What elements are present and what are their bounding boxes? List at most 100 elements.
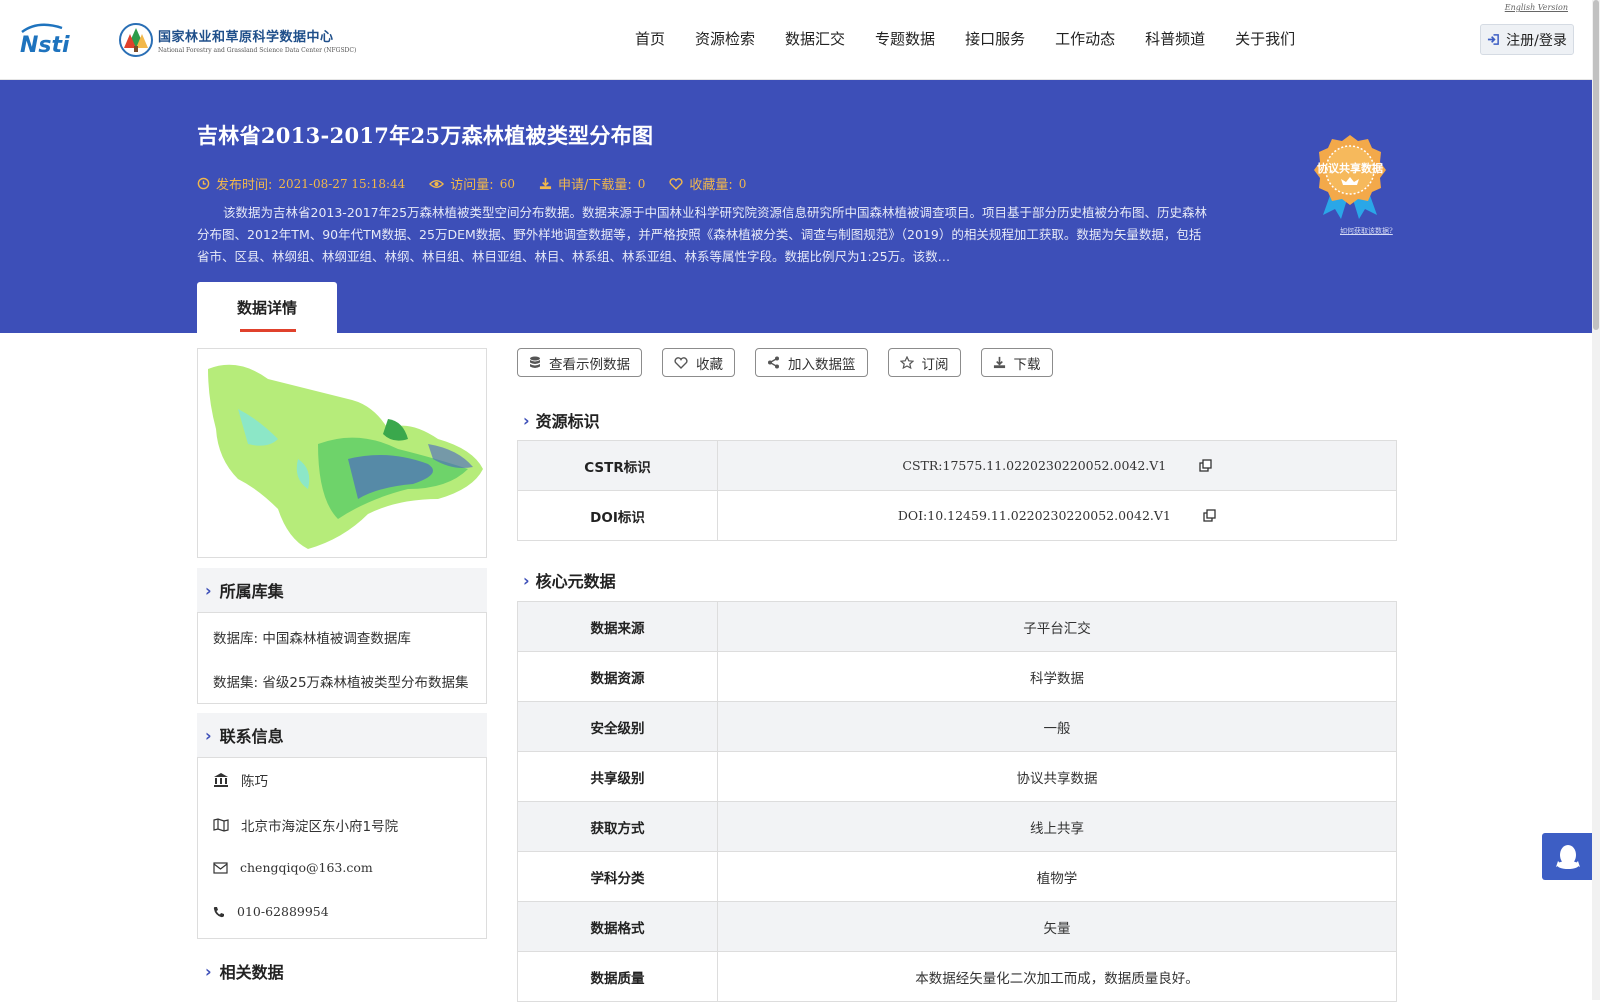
logo-title[interactable]: 国家林业和草原科学数据中心 National Forestry and Gras… (158, 26, 356, 54)
login-button[interactable]: 注册/登录 (1480, 24, 1574, 55)
cstr-cell: CSTR:17575.11.0220230220052.0042.V1 (717, 440, 1397, 491)
add-to-basket-button[interactable]: 加入数据篮 (755, 348, 868, 377)
main-nav: 首页 资源检索 数据汇交 专题数据 接口服务 工作动态 科普频道 关于我们 (620, 28, 1310, 49)
doi-value: DOI:10.12459.11.0220230220052.0042.V1 (897, 507, 1171, 523)
nav-resource-search[interactable]: 资源检索 (680, 28, 770, 49)
nav-api-service[interactable]: 接口服务 (950, 28, 1040, 49)
doi-key: DOI标识 (517, 490, 718, 541)
publish-time-label: 发布时间: (216, 178, 273, 193)
how-to-obtain-link[interactable]: 如何获取该数据? (1340, 226, 1393, 236)
database-icon (530, 356, 540, 368)
logo-title-cn: 国家林业和草原科学数据中心 (158, 30, 334, 45)
visit-count-label: 访问量: (450, 178, 494, 193)
favorite-label: 收藏 (696, 356, 723, 373)
subscribe-button[interactable]: 订阅 (887, 348, 961, 377)
meta-key: 安全级别 (517, 701, 718, 752)
core-meta-title: 核心元数据 (535, 572, 616, 591)
copy-icon[interactable] (1198, 459, 1212, 472)
nfgsdc-emblem-icon[interactable] (118, 22, 154, 58)
table-row: DOI标识 DOI:10.12459.11.0220230220052.0042… (517, 490, 1397, 541)
view-sample-button[interactable]: 查看示例数据 (517, 348, 642, 377)
contact-name: 陈巧 (241, 774, 268, 790)
nsti-logo[interactable]: Nsti (18, 22, 98, 56)
contact-phone: 010-62889954 (237, 904, 329, 919)
action-bar: 查看示例数据 收藏 加入数据篮 订阅 下载 (517, 348, 1053, 377)
qq-chat-button[interactable] (1542, 833, 1594, 880)
favorite-button[interactable]: 收藏 (662, 348, 735, 377)
qq-penguin-icon (1556, 844, 1580, 869)
institution-icon (214, 773, 228, 787)
table-row: 共享级别 协议共享数据 (517, 751, 1397, 802)
dataset-row[interactable]: 数据集: 省级25万森林植被类型分布数据集 (213, 671, 475, 691)
badge-text: 协议共享数据 (1317, 161, 1383, 175)
meta-key: 数据质量 (517, 951, 718, 1002)
contact-email[interactable]: chengqiqo@163.com (240, 860, 373, 875)
view-sample-label: 查看示例数据 (549, 356, 630, 373)
contact-section-title: 联系信息 (219, 727, 284, 746)
nav-data-submission[interactable]: 数据汇交 (770, 28, 860, 49)
map-icon (213, 818, 229, 832)
svg-text:Nsti: Nsti (20, 33, 70, 56)
nav-science-channel[interactable]: 科普频道 (1130, 28, 1220, 49)
chevron-right-icon: › (205, 961, 212, 981)
nav-news[interactable]: 工作动态 (1040, 28, 1130, 49)
sign-in-icon (1488, 34, 1500, 45)
visit-count: 访问量: 60 (429, 174, 515, 193)
download-button[interactable]: 下载 (980, 348, 1053, 377)
dataset-label: 数据集: (213, 675, 259, 691)
dataset-description: 该数据为吉林省2013-2017年25万森林植被类型空间分布数据。数据来源于中国… (197, 205, 1208, 264)
database-label: 数据库: (213, 631, 259, 647)
resource-id-header: › 资源标识 (523, 408, 600, 432)
login-label: 注册/登录 (1506, 32, 1567, 49)
core-meta-header: › 核心元数据 (523, 568, 616, 592)
nav-thematic-data[interactable]: 专题数据 (860, 28, 950, 49)
cstr-value: CSTR:17575.11.0220230220052.0042.V1 (902, 457, 1167, 473)
nav-home[interactable]: 首页 (620, 28, 680, 49)
meta-key: 学科分类 (517, 851, 718, 902)
meta-key: 数据资源 (517, 651, 718, 702)
meta-value: 子平台汇交 (717, 601, 1397, 652)
eye-icon (429, 179, 445, 188)
table-row: 数据格式 矢量 (517, 901, 1397, 952)
star-icon (899, 356, 914, 369)
download-count: 申请/下载量: 0 (539, 174, 645, 193)
table-row: 获取方式 线上共享 (517, 801, 1397, 852)
table-row: 学科分类 植物学 (517, 851, 1397, 902)
meta-value: 一般 (717, 701, 1397, 752)
dataset-thumbnail-map[interactable] (197, 348, 487, 558)
vegetation-map-image (208, 364, 483, 549)
dataset-title: 吉林省2013-2017年25万森林植被类型分布图 (197, 123, 654, 148)
download-count-value: 0 (637, 176, 646, 191)
dataset-meta: 发布时间: 2021-08-27 15:18:44 访问量: 60 申请/下载量… (197, 174, 746, 193)
copy-icon[interactable] (1203, 509, 1216, 522)
download-label: 下载 (1013, 356, 1041, 373)
logo-title-en: National Forestry and Grassland Science … (158, 47, 357, 54)
email-icon (213, 861, 228, 874)
meta-key: 数据格式 (517, 901, 718, 952)
chevron-right-icon: › (205, 725, 212, 745)
publish-time-value: 2021-08-27 15:18:44 (278, 176, 406, 191)
library-section-header: › 所属库集 (197, 568, 487, 612)
related-section-header: › 相关数据 (197, 949, 487, 993)
tab-data-details[interactable]: 数据详情 (197, 282, 337, 333)
database-row[interactable]: 数据库: 中国森林植被调查数据库 (213, 627, 475, 647)
meta-key: 共享级别 (517, 751, 718, 802)
english-version-link[interactable]: English Version (1505, 3, 1568, 12)
contact-address-row: 北京市海淀区东小府1号院 (213, 815, 398, 835)
download-count-label: 申请/下载量: (557, 178, 632, 193)
favorite-count-label: 收藏量: (689, 178, 733, 193)
dataset-value: 省级25万森林植被类型分布数据集 (262, 675, 469, 691)
scrollbar-thumb[interactable] (1593, 0, 1599, 330)
chevron-right-icon: › (205, 580, 212, 600)
table-row: CSTR标识 CSTR:17575.11.0220230220052.0042.… (517, 440, 1397, 491)
heart-icon (674, 356, 688, 369)
meta-key: 获取方式 (517, 801, 718, 852)
meta-key: 数据来源 (517, 601, 718, 652)
nav-about-us[interactable]: 关于我们 (1220, 28, 1310, 49)
table-row: 数据来源 子平台汇交 (517, 601, 1397, 652)
table-row: 数据质量 本数据经矢量化二次加工而成，数据质量良好。 (517, 951, 1397, 1002)
tab-active-indicator (240, 329, 296, 332)
visit-count-value: 60 (499, 176, 515, 191)
heart-icon (669, 177, 683, 190)
contact-address: 北京市海淀区东小府1号院 (241, 819, 399, 835)
